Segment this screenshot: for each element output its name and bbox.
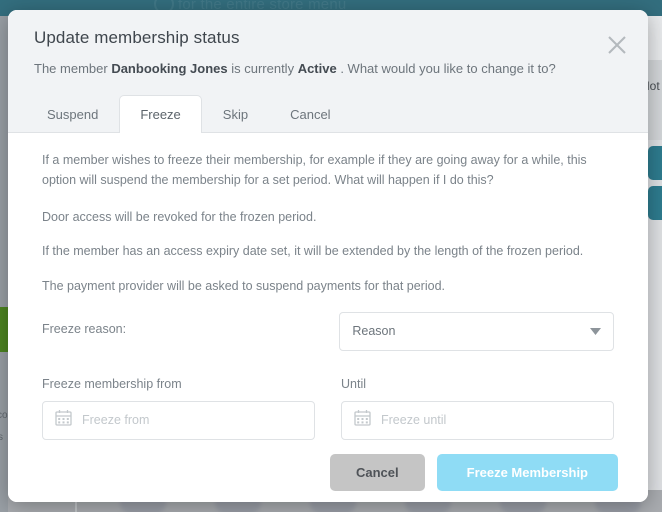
freeze-from-placeholder: Freeze from xyxy=(82,413,150,428)
close-icon xyxy=(604,36,630,61)
freeze-until-placeholder: Freeze until xyxy=(381,413,447,428)
freeze-reason-label: Freeze reason: xyxy=(42,321,127,336)
freeze-from-field: Freeze membership from Freeze from xyxy=(42,377,315,440)
chevron-down-icon xyxy=(590,322,601,340)
background-teal-button-two[interactable] xyxy=(648,186,662,220)
freeze-from-label: Freeze membership from xyxy=(42,376,182,391)
subtitle-status: Active xyxy=(297,61,337,76)
close-button[interactable] xyxy=(602,30,632,60)
freeze-membership-button[interactable]: Freeze Membership xyxy=(436,453,618,491)
payment-provider-paragraph: The payment provider will be asked to su… xyxy=(42,279,445,294)
calendar-icon xyxy=(55,409,72,431)
tab-suspend[interactable]: Suspend xyxy=(26,95,119,133)
update-membership-status-dialog: Update membership status The member Danb… xyxy=(8,10,648,502)
background-left-text-two: s xyxy=(0,432,3,443)
tab-skip[interactable]: Skip xyxy=(202,95,269,133)
freeze-dates-row: Freeze membership from Freeze from Until… xyxy=(42,377,614,440)
subtitle-prefix: The member xyxy=(34,61,112,76)
door-access-paragraph: Door access will be revoked for the froz… xyxy=(42,209,317,224)
calendar-icon xyxy=(354,409,371,431)
freeze-reason-select[interactable]: Reason xyxy=(339,311,614,351)
background-green-marker xyxy=(0,307,8,352)
freeze-description-paragraph: If a member wishes to freeze their membe… xyxy=(42,153,587,187)
background-teal-button-one[interactable] xyxy=(648,146,662,180)
subtitle-member-name: Danbooking Jones xyxy=(111,61,228,76)
freeze-until-input[interactable]: Freeze until xyxy=(341,400,614,440)
tab-freeze[interactable]: Freeze xyxy=(119,95,202,134)
subtitle-middle: is currently xyxy=(227,61,298,76)
status-tabs: Suspend Freeze Skip Cancel xyxy=(8,94,648,134)
freeze-until-label: Until xyxy=(341,376,367,391)
subtitle-suffix: . What would you like to change it to? xyxy=(336,61,556,76)
dialog-subtitle: The member Danbooking Jones is currently… xyxy=(8,48,648,78)
dialog-footer: Cancel Freeze Membership xyxy=(8,439,648,502)
tab-cancel[interactable]: Cancel xyxy=(269,95,351,133)
dialog-title: Update membership status xyxy=(34,28,240,47)
dialog-header: Update membership status The member Danb… xyxy=(8,10,648,134)
cancel-button[interactable]: Cancel xyxy=(329,453,425,491)
background-left-text-one: co xyxy=(0,410,8,421)
freeze-reason-row: Freeze reason: Reason xyxy=(42,311,614,351)
dialog-body: If a member wishes to freeze their membe… xyxy=(8,133,648,440)
freeze-until-field: Until Freeze until xyxy=(341,377,614,440)
freeze-from-input[interactable]: Freeze from xyxy=(42,400,315,440)
freeze-reason-value: Reason xyxy=(352,324,396,339)
expiry-date-paragraph: If the member has an access expiry date … xyxy=(42,244,584,259)
